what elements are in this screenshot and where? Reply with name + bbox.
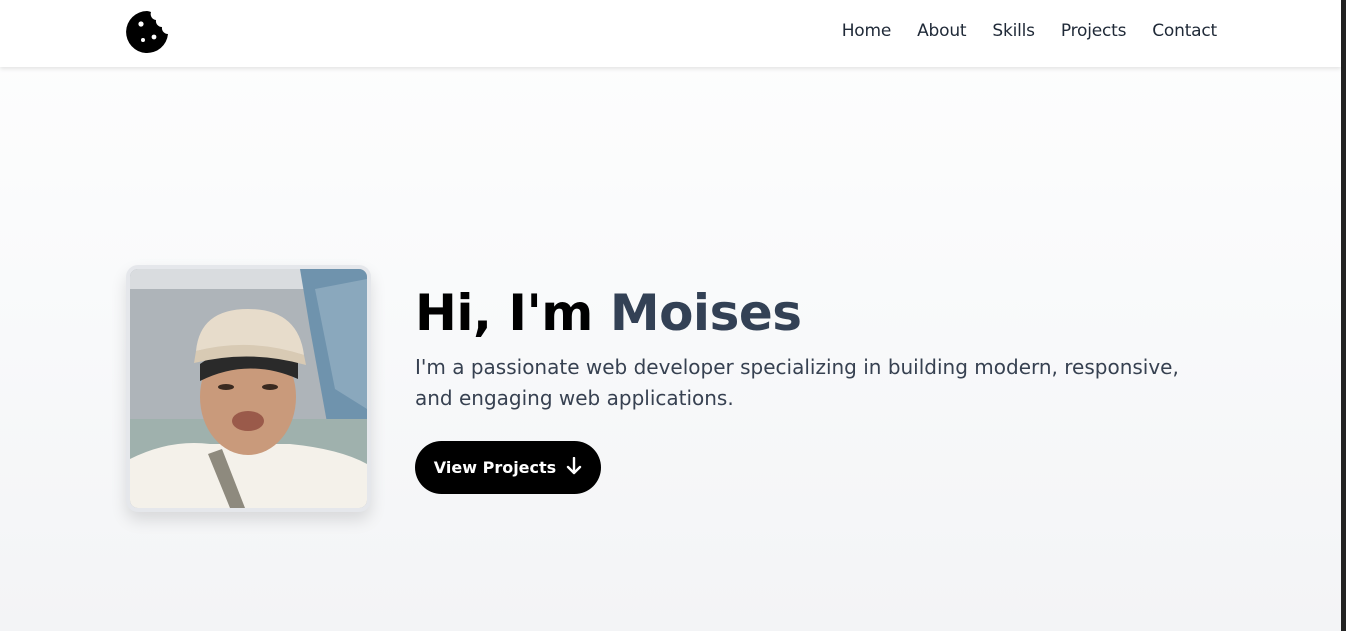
hero-heading: Hi, I'm Moises bbox=[415, 284, 1215, 342]
view-projects-button[interactable]: View Projects bbox=[415, 441, 601, 494]
hero-tagline: I'm a passionate web developer specializ… bbox=[415, 355, 1179, 410]
hero-greeting: Hi, I'm bbox=[415, 284, 593, 342]
view-projects-label: View Projects bbox=[433, 458, 557, 477]
navbar: Home About Skills Projects Contact bbox=[0, 0, 1341, 67]
hero-text: Hi, I'm Moises I'm a passionate web deve… bbox=[415, 284, 1215, 414]
cookie-logo-icon[interactable] bbox=[124, 9, 170, 55]
nav-link-about[interactable]: About bbox=[917, 21, 966, 41]
window-edge bbox=[1341, 0, 1346, 631]
nav-links: Home About Skills Projects Contact bbox=[842, 21, 1218, 41]
nav-link-skills[interactable]: Skills bbox=[992, 21, 1035, 41]
nav-link-home[interactable]: Home bbox=[842, 21, 892, 41]
nav-link-projects[interactable]: Projects bbox=[1061, 21, 1127, 41]
profile-photo bbox=[126, 265, 371, 512]
arrow-down-icon bbox=[566, 456, 582, 478]
hero-name: Moises bbox=[609, 284, 802, 342]
nav-link-contact[interactable]: Contact bbox=[1152, 21, 1217, 41]
